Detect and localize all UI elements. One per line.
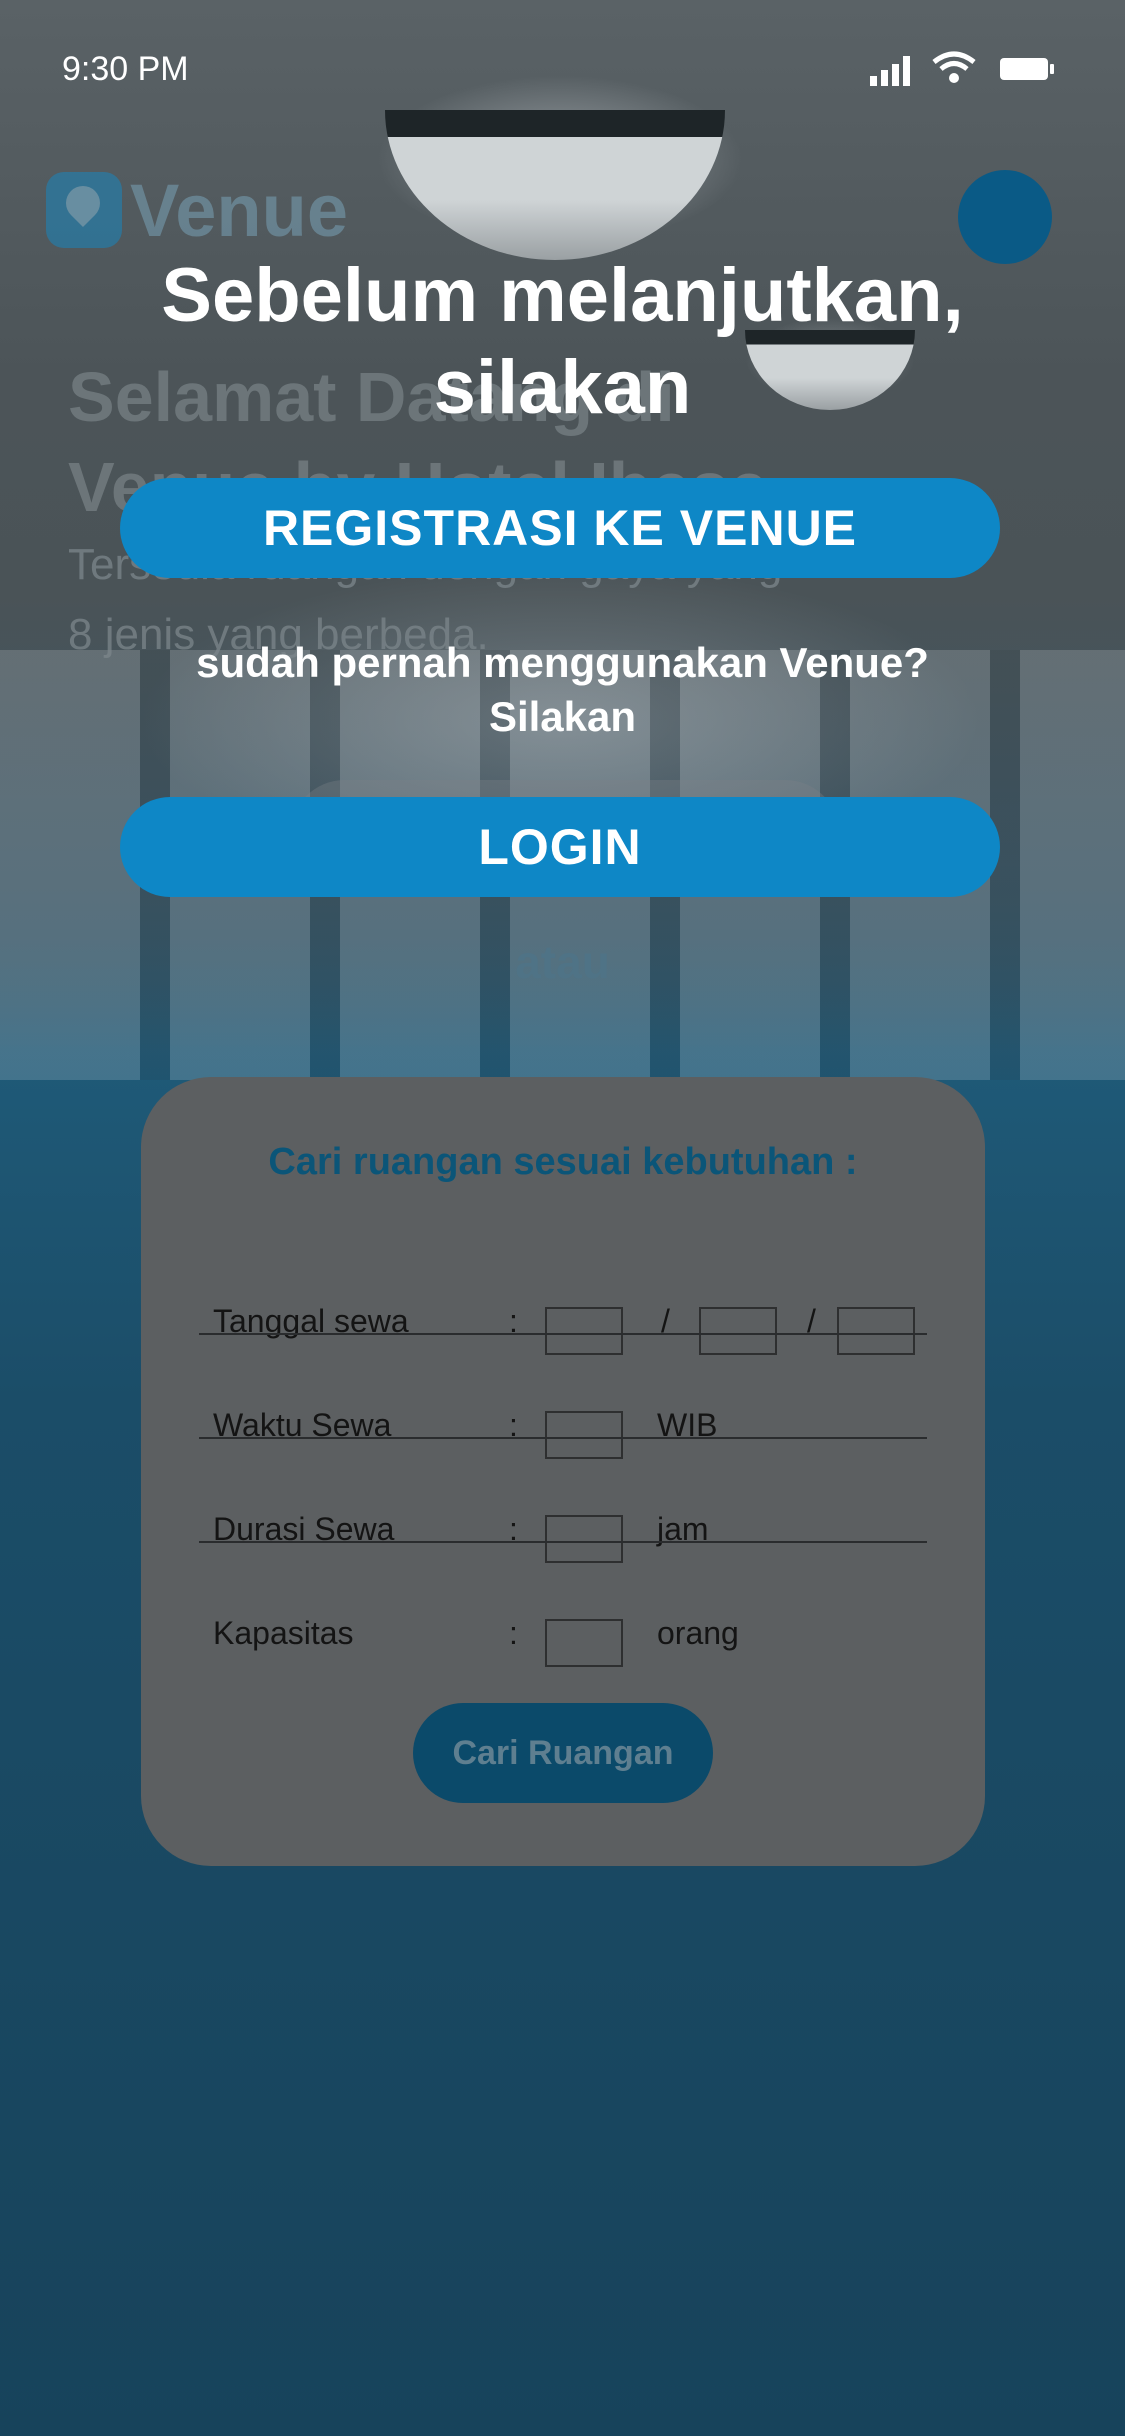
room-search-card: Cari ruangan sesuai kebutuhan : Tanggal … bbox=[141, 1077, 985, 1866]
rental-time-row: Waktu Sewa : WIB bbox=[199, 1375, 927, 1479]
search-room-button[interactable]: Cari Ruangan bbox=[413, 1703, 713, 1803]
app-screen: 9:30 PM Venue Selamat Datang di Venue by… bbox=[0, 0, 1125, 2436]
rental-duration-row: Durasi Sewa : jam bbox=[199, 1479, 927, 1583]
colon-text: : bbox=[509, 1615, 518, 1651]
rental-year-input[interactable] bbox=[837, 1307, 915, 1355]
capacity-input[interactable] bbox=[545, 1619, 623, 1667]
rental-day-input[interactable] bbox=[545, 1307, 623, 1355]
capacity-row: Kapasitas : orang bbox=[199, 1583, 927, 1687]
overlay-title-line-1: Sebelum melanjutkan, bbox=[161, 253, 964, 338]
capacity-unit: orang bbox=[657, 1615, 739, 1651]
register-button[interactable]: REGISTRASI KE VENUE bbox=[120, 478, 1000, 578]
rental-duration-input[interactable] bbox=[545, 1515, 623, 1563]
login-button[interactable]: LOGIN bbox=[120, 797, 1000, 897]
login-prompt-line-2: Silakan bbox=[488, 693, 637, 740]
row-divider bbox=[199, 1333, 927, 1335]
row-divider bbox=[199, 1541, 927, 1543]
rental-time-input[interactable] bbox=[545, 1411, 623, 1459]
login-prompt: sudah pernah menggunakan Venue? Silakan bbox=[0, 636, 1125, 744]
row-divider bbox=[199, 1437, 927, 1439]
atau-text: atau bbox=[515, 936, 610, 988]
capacity-label: Kapasitas bbox=[213, 1615, 354, 1651]
venue-logo-text: Venue bbox=[130, 169, 348, 252]
overlay-title-line-2: silakan bbox=[433, 345, 692, 430]
venue-logo-icon bbox=[46, 172, 122, 248]
rental-month-input[interactable] bbox=[699, 1307, 777, 1355]
login-prompt-line-1: sudah pernah menggunakan Venue? bbox=[196, 639, 929, 686]
overlay-title: Sebelum melanjutkan, silakan bbox=[0, 250, 1125, 434]
rental-date-row: Tanggal sewa : / / bbox=[199, 1271, 927, 1375]
search-card-title: Cari ruangan sesuai kebutuhan : bbox=[268, 1141, 858, 1183]
